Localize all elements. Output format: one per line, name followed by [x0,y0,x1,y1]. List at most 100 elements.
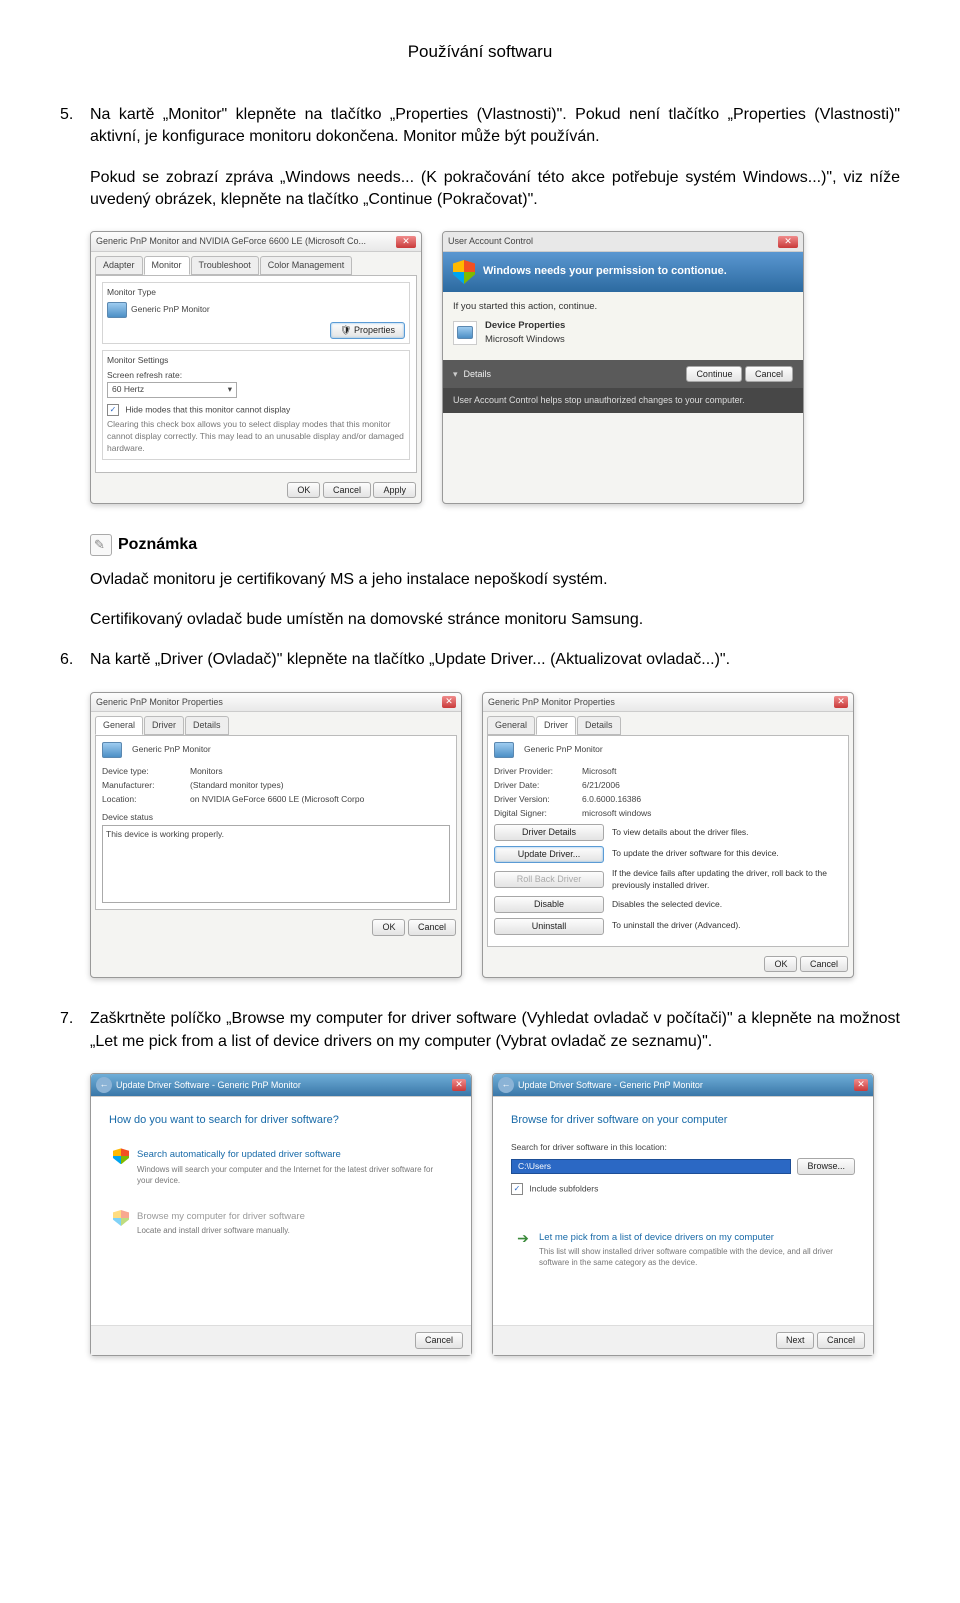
step-text: Na kartě „Monitor" klepněte na tlačítko … [90,104,900,149]
group-monitor-type: Monitor Type [107,287,405,299]
tab-driver[interactable]: Driver [144,716,184,735]
tab-adapter[interactable]: Adapter [95,256,143,275]
cancel-button[interactable]: Cancel [408,919,456,936]
uac-dialog: User Account Control ✕ Windows needs you… [442,231,804,504]
pnp-properties-general-dialog: Generic PnP Monitor Properties ✕ General… [90,692,462,979]
step-5: 5. Na kartě „Monitor" klepněte na tlačít… [60,104,900,149]
include-subfolders-checkbox[interactable]: ✓ [511,1183,523,1195]
note-paragraph-1: Ovladač monitoru je certifikovaný MS a j… [90,569,900,591]
tab-troubleshoot[interactable]: Troubleshoot [191,256,259,275]
uac-program-name: Device Properties [485,319,565,332]
cancel-button[interactable]: Cancel [323,482,371,499]
option-search-automatically[interactable]: Search automatically for updated driver … [109,1142,453,1192]
driver-details-desc: To view details about the driver files. [612,827,842,839]
tab-general[interactable]: General [95,716,143,735]
tab-color-management[interactable]: Color Management [260,256,353,275]
option-desc: Windows will search your computer and th… [137,1164,449,1186]
group-device-status: Device status [102,812,450,824]
tab-driver[interactable]: Driver [536,716,576,735]
close-icon[interactable]: ✕ [442,696,456,708]
dialog-title: Generic PnP Monitor Properties [488,696,615,709]
tab-details[interactable]: Details [577,716,621,735]
roll-back-driver-button[interactable]: Roll Back Driver [494,871,604,888]
label-refresh-rate: Screen refresh rate: [107,370,405,382]
note-paragraph-2: Certifikovaný ovladač bude umístěn na do… [90,609,900,631]
step-text: Na kartě „Driver (Ovladač)" klepněte na … [90,649,900,671]
update-driver-wizard-2: ← Update Driver Software - Generic PnP M… [492,1073,874,1356]
monitor-name: Generic PnP Monitor [131,304,210,316]
update-driver-button[interactable]: Update Driver... [494,846,604,863]
wizard-heading: Browse for driver software on your compu… [511,1113,855,1128]
tab-general[interactable]: General [487,716,535,735]
close-icon[interactable]: ✕ [452,1079,466,1091]
close-icon[interactable]: ✕ [396,236,416,248]
step-7: 7. Zaškrtněte políčko „Browse my compute… [60,1008,900,1053]
cancel-button[interactable]: Cancel [817,1332,865,1349]
close-icon[interactable]: ✕ [834,696,848,708]
location-path-input[interactable]: C:\Users [511,1159,791,1175]
back-icon[interactable]: ← [96,1077,112,1093]
ok-button[interactable]: OK [287,482,320,499]
pnp-properties-driver-dialog: Generic PnP Monitor Properties ✕ General… [482,692,854,979]
tab-monitor[interactable]: Monitor [144,256,190,275]
option-let-me-pick[interactable]: ➔ Let me pick from a list of device driv… [511,1225,855,1275]
cancel-button[interactable]: Cancel [745,366,793,383]
step-number: 7. [60,1008,90,1053]
apply-button[interactable]: Apply [373,482,416,499]
properties-button[interactable]: 🛡 Properties [330,322,405,339]
ok-button[interactable]: OK [764,956,797,973]
option-title: Browse my computer for driver software [137,1210,305,1223]
arrow-icon: ➔ [515,1231,531,1247]
wizard-title: Update Driver Software - Generic PnP Mon… [116,1079,301,1092]
monitor-icon [107,302,127,318]
hide-modes-checkbox[interactable]: ✓ [107,404,119,416]
step5-paragraph: Pokud se zobrazí zpráva „Windows needs..… [90,167,900,212]
uac-footer-text: User Account Control helps stop unauthor… [443,388,803,413]
disable-button[interactable]: Disable [494,896,604,913]
value-device-type: Monitors [190,766,223,778]
tab-details[interactable]: Details [185,716,229,735]
label-manufacturer: Manufacturer: [102,780,182,792]
step-number: 5. [60,104,90,149]
monitor-icon [494,742,514,758]
details-button[interactable]: Details [464,368,492,381]
note-icon [90,534,112,556]
driver-details-button[interactable]: Driver Details [494,824,604,841]
label-driver-version: Driver Version: [494,794,574,806]
note-label: Poznámka [118,534,197,556]
cancel-button[interactable]: Cancel [415,1332,463,1349]
shield-icon [113,1148,129,1164]
device-name: Generic PnP Monitor [132,744,211,756]
option-browse-computer[interactable]: Browse my computer for driver software L… [109,1204,453,1242]
next-button[interactable]: Next [776,1332,815,1349]
option-title: Let me pick from a list of device driver… [539,1231,851,1244]
include-subfolders-label: Include subfolders [529,1183,598,1193]
wizard-title: Update Driver Software - Generic PnP Mon… [518,1079,703,1092]
browse-button[interactable]: Browse... [797,1158,855,1175]
shield-icon [113,1210,129,1226]
close-icon[interactable]: ✕ [854,1079,868,1091]
value-location: on NVIDIA GeForce 6600 LE (Microsoft Cor… [190,794,364,806]
label-digital-signer: Digital Signer: [494,808,574,820]
ok-button[interactable]: OK [372,919,405,936]
chevron-down-icon[interactable]: ▾ [453,368,458,381]
page-header: Používání softwaru [60,40,900,64]
option-title: Search automatically for updated driver … [137,1148,449,1161]
value-manufacturer: (Standard monitor types) [190,780,284,792]
group-monitor-settings: Monitor Settings [107,355,405,367]
refresh-rate-select[interactable]: 60 Hertz ▾ [107,382,237,398]
value-digital-signer: microsoft windows [582,808,651,820]
wizard-question: How do you want to search for driver sof… [109,1113,453,1128]
close-icon[interactable]: ✕ [778,236,798,248]
uac-title: User Account Control [448,235,533,248]
hide-modes-label: Hide modes that this monitor cannot disp… [125,404,290,414]
program-icon [453,321,477,345]
uninstall-button[interactable]: Uninstall [494,918,604,935]
cancel-button[interactable]: Cancel [800,956,848,973]
continue-button[interactable]: Continue [686,366,742,383]
update-driver-desc: To update the driver software for this d… [612,848,842,860]
back-icon[interactable]: ← [498,1077,514,1093]
dialog-title: Generic PnP Monitor Properties [96,696,223,709]
update-driver-wizard-1: ← Update Driver Software - Generic PnP M… [90,1073,472,1356]
monitor-icon [102,742,122,758]
